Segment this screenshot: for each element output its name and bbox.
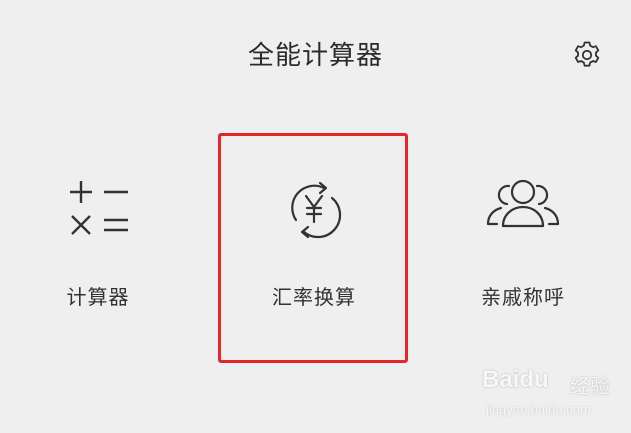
settings-button[interactable] (571, 39, 603, 71)
watermark-text: 经验 (570, 374, 610, 398)
page-title: 全能计算器 (247, 41, 383, 71)
calculator-tile[interactable]: 计算器 (3, 150, 193, 360)
exchange-rate-label: 汇率换算 (272, 285, 356, 309)
relatives-label: 亲戚称呼 (481, 285, 565, 309)
gear-icon (574, 41, 600, 67)
app-screen: 全能计算器 计算器 汇率换算 亲戚称呼 Baidu 经验 jingyan.bai… (0, 0, 631, 433)
relatives-tile[interactable]: 亲戚称呼 (428, 150, 618, 360)
currency-exchange-icon (274, 176, 354, 246)
calculator-label: 计算器 (66, 285, 130, 309)
watermark: Baidu 经验 jingyan.baidu.com (478, 360, 628, 430)
watermark-url: jingyan.baidu.com (486, 402, 591, 417)
calculator-icon (58, 176, 138, 246)
relatives-icon (483, 176, 563, 246)
watermark-brand: Baidu (482, 366, 549, 393)
exchange-rate-tile[interactable]: 汇率换算 (219, 150, 409, 360)
